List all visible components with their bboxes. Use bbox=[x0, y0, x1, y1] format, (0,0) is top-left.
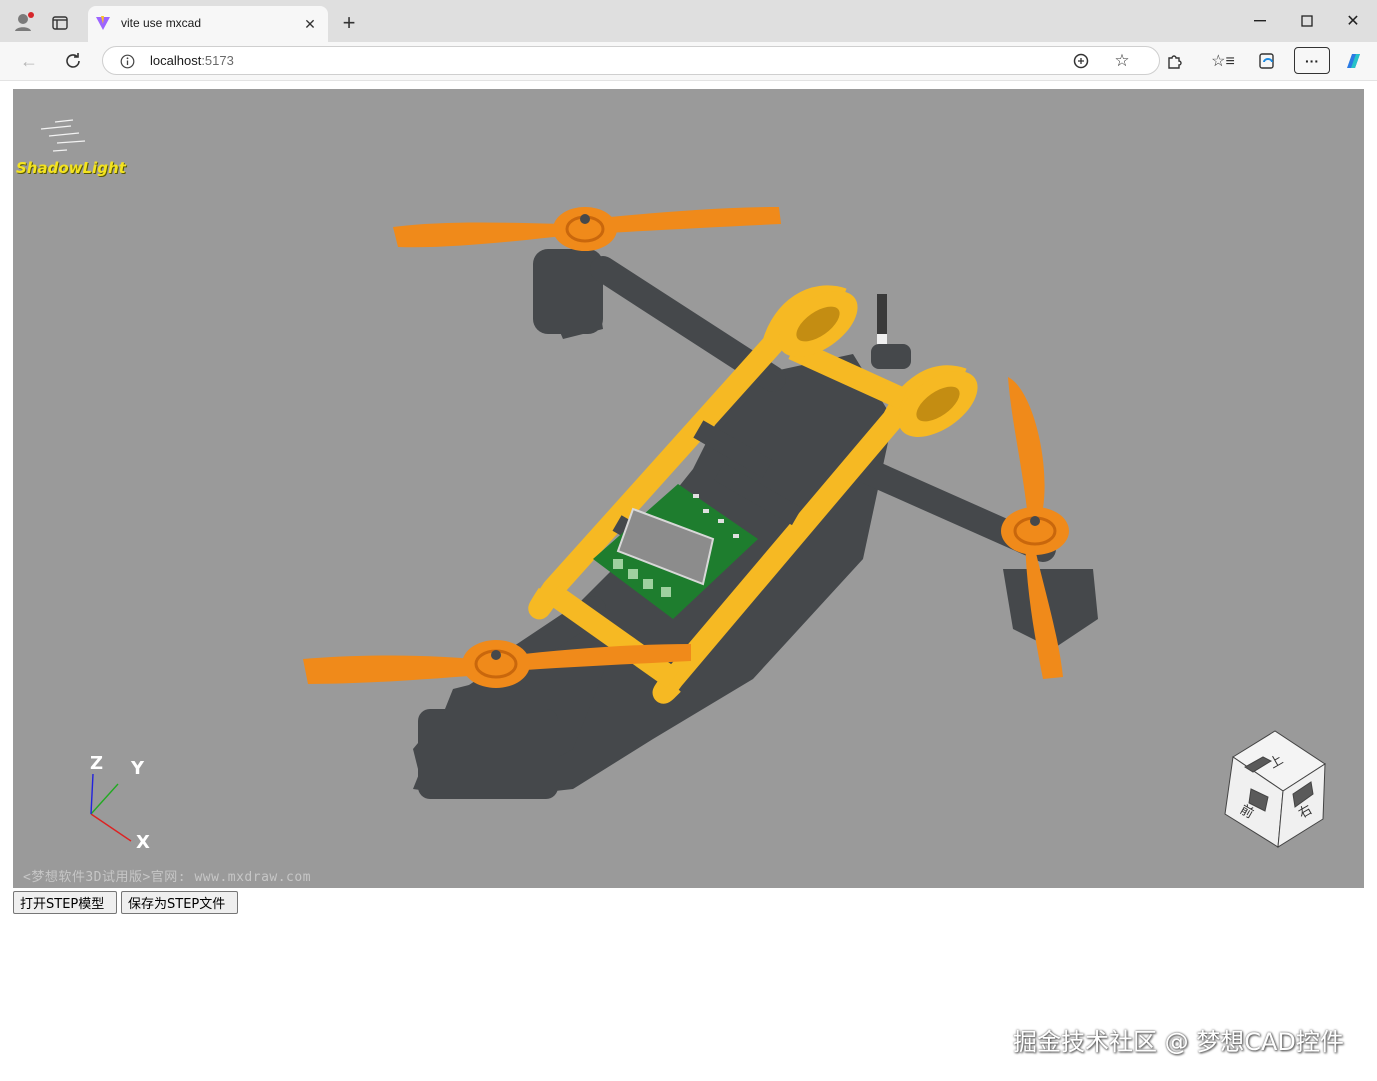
browser-titlebar: vite use mxcad ✕ + ✕ bbox=[0, 0, 1377, 42]
axis-x-label: X bbox=[136, 832, 150, 853]
copilot-icon[interactable] bbox=[1342, 49, 1366, 73]
brand-logo-icon bbox=[40, 119, 86, 152]
url-text: localhost:5173 bbox=[150, 53, 234, 68]
minimize-icon[interactable] bbox=[1248, 10, 1272, 32]
site-info-icon[interactable] bbox=[119, 53, 135, 69]
vite-logo-icon bbox=[95, 15, 111, 31]
extensions-icon[interactable] bbox=[1164, 50, 1186, 72]
axis-z-label: Z bbox=[90, 753, 104, 774]
immersive-reader-icon[interactable] bbox=[1071, 52, 1091, 70]
mxcad-3d-viewport[interactable]: ShadowLight Z Y X 上 前 右 <梦想软件3D试用版>官网: w… bbox=[13, 89, 1364, 888]
close-tab-icon[interactable]: ✕ bbox=[300, 14, 320, 34]
collections-icon[interactable] bbox=[1256, 50, 1278, 72]
maximize-icon[interactable] bbox=[1295, 10, 1319, 32]
new-tab-icon[interactable]: + bbox=[338, 10, 360, 35]
refresh-icon[interactable] bbox=[62, 50, 84, 72]
tab-actions-icon[interactable] bbox=[48, 12, 72, 34]
brand-label: ShadowLight bbox=[16, 159, 126, 177]
close-window-icon[interactable]: ✕ bbox=[1341, 10, 1365, 32]
save-step-button[interactable]: 保存为STEP文件 bbox=[121, 891, 238, 914]
back-icon[interactable]: ← bbox=[18, 50, 40, 72]
tab-title: vite use mxcad bbox=[121, 16, 202, 30]
favorites-icon[interactable]: ☆≡ bbox=[1211, 50, 1235, 72]
profile-icon[interactable] bbox=[12, 10, 36, 34]
axis-y-label: Y bbox=[131, 758, 145, 779]
active-tab[interactable]: vite use mxcad ✕ bbox=[88, 6, 328, 42]
trial-watermark: <梦想软件3D试用版>官网: www.mxdraw.com bbox=[23, 870, 312, 885]
browser-toolbar: ← localhost:5173 ☆ ☆≡ ··· bbox=[0, 42, 1377, 81]
corner-watermark: 掘金技术社区 @ 梦想CAD控件 bbox=[1013, 1028, 1344, 1056]
drone-model-render[interactable] bbox=[13, 89, 1364, 888]
address-bar[interactable]: localhost:5173 ☆ bbox=[102, 46, 1160, 75]
antenna bbox=[871, 294, 911, 369]
favorite-star-icon[interactable]: ☆ bbox=[1112, 51, 1132, 70]
open-step-button[interactable]: 打开STEP模型 bbox=[13, 891, 117, 914]
settings-more-icon[interactable]: ··· bbox=[1294, 47, 1330, 74]
axis-triad-icon bbox=[90, 773, 132, 842]
